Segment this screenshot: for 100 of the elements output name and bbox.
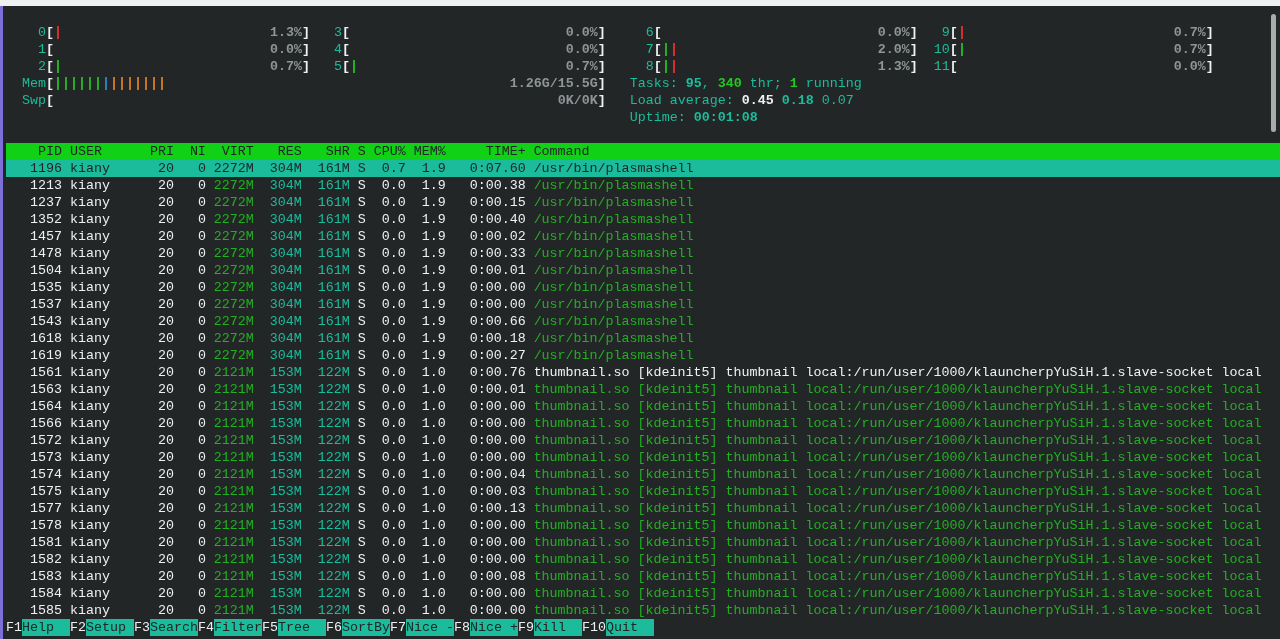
- table-cell-text: 153M: [268, 398, 302, 415]
- table-cell: /usr/bin/plasmashell: [533, 262, 694, 279]
- table-cell-text: 1.9: [420, 245, 446, 262]
- meter-label: 1: [36, 41, 46, 58]
- footer-button[interactable]: Help: [22, 619, 70, 636]
- table-cell-text: 122M: [316, 602, 350, 619]
- process-row[interactable]: 1574 kiany 20 0 2121M 153M 122M S 0.0 1.0 0:00.04 thumbnail.so [kdeinit5] thumbnail local:/run/user/1000/klauncherpYuSiH.1.slave-socket local: [6, 466, 1280, 483]
- column-header[interactable]: PID: [6, 143, 62, 160]
- table-cell-text: kiany: [69, 432, 111, 449]
- table-cell-text: kiany: [69, 483, 111, 500]
- table-cell-text: 0:00.15: [468, 194, 526, 211]
- footer-button[interactable]: Search: [149, 619, 198, 636]
- table-cell-text: 1564: [29, 398, 62, 415]
- table-cell-text: 0:00.00: [468, 585, 526, 602]
- process-row[interactable]: 1618 kiany 20 0 2272M 304M 161M S 0.0 1.9 0:00.18 /usr/bin/plasmashell: [6, 330, 1280, 347]
- meter-label: 2: [36, 58, 46, 75]
- meter-bracket: [: [949, 41, 958, 58]
- footer-button[interactable]: Setup: [86, 619, 134, 636]
- process-row[interactable]: 1561 kiany 20 0 2121M 153M 122M S 0.0 1.0 0:00.76 thumbnail.so [kdeinit5] thumbnail local:/run/user/1000/klauncherpYuSiH.1.slave-socket local: [6, 364, 1280, 381]
- table-cell-text: 0: [196, 415, 206, 432]
- footer-button[interactable]: Nice +: [469, 619, 518, 636]
- table-cell-text: 0:00.33: [468, 245, 526, 262]
- process-row[interactable]: 1563 kiany 20 0 2121M 153M 122M S 0.0 1.0 0:00.01 thumbnail.so [kdeinit5] thumbnail local:/run/user/1000/klauncherpYuSiH.1.slave-socket local: [6, 381, 1280, 398]
- process-row[interactable]: 1535 kiany 20 0 2272M 304M 161M S 0.0 1.9 0:00.00 /usr/bin/plasmashell: [6, 279, 1280, 296]
- table-cell-text: 1.9: [420, 279, 446, 296]
- process-row[interactable]: 1564 kiany 20 0 2121M 153M 122M S 0.0 1.0 0:00.00 thumbnail.so [kdeinit5] thumbnail local:/run/user/1000/klauncherpYuSiH.1.slave-socket local: [6, 398, 1280, 415]
- meter-label: 8: [644, 58, 654, 75]
- meter-bracket: [: [949, 24, 958, 41]
- meter-value: 0.7%: [269, 58, 302, 75]
- process-row[interactable]: 1237 kiany 20 0 2272M 304M 161M S 0.0 1.9 0:00.15 /usr/bin/plasmashell: [6, 194, 1280, 211]
- process-row[interactable]: 1504 kiany 20 0 2272M 304M 161M S 0.0 1.9 0:00.01 /usr/bin/plasmashell: [6, 262, 1280, 279]
- process-row[interactable]: 1478 kiany 20 0 2272M 304M 161M S 0.0 1.9 0:00.33 /usr/bin/plasmashell: [6, 245, 1280, 262]
- summary-label: ,: [701, 75, 710, 92]
- process-row[interactable]: 1573 kiany 20 0 2121M 153M 122M S 0.0 1.0 0:00.00 thumbnail.so [kdeinit5] thumbnail local:/run/user/1000/klauncherpYuSiH.1.slave-socket local: [6, 449, 1280, 466]
- table-cell-text: 122M: [316, 534, 350, 551]
- table-cell: 2121M: [213, 534, 254, 551]
- column-header[interactable]: TIME+: [453, 143, 526, 160]
- table-cell-text: kiany: [69, 228, 111, 245]
- footer-button[interactable]: Quit: [605, 619, 654, 636]
- process-row[interactable]: 1583 kiany 20 0 2121M 153M 122M S 0.0 1.0 0:00.08 thumbnail.so [kdeinit5] thumbnail local:/run/user/1000/klauncherpYuSiH.1.slave-socket local: [6, 568, 1280, 585]
- column-header[interactable]: USER: [69, 143, 142, 160]
- table-cell-text: kiany: [69, 602, 111, 619]
- process-row[interactable]: 1566 kiany 20 0 2121M 153M 122M S 0.0 1.0 0:00.00 thumbnail.so [kdeinit5] thumbnail local:/run/user/1000/klauncherpYuSiH.1.slave-socket local: [6, 415, 1280, 432]
- process-row[interactable]: 1584 kiany 20 0 2121M 153M 122M S 0.0 1.0 0:00.00 thumbnail.so [kdeinit5] thumbnail local:/run/user/1000/klauncherpYuSiH.1.slave-socket local: [6, 585, 1280, 602]
- table-cell: thumbnail.so [kdeinit5] thumbnail local:/run/user/1000/klauncherpYuSiH.1.slave-socket local: [533, 381, 1262, 398]
- meter-bracket: ]: [909, 58, 918, 75]
- meter-bracket: [: [45, 58, 54, 75]
- footer-button[interactable]: Nice -: [405, 619, 454, 636]
- process-row[interactable]: 1575 kiany 20 0 2121M 153M 122M S 0.0 1.0 0:00.03 thumbnail.so [kdeinit5] thumbnail local:/run/user/1000/klauncherpYuSiH.1.slave-socket local: [6, 483, 1280, 500]
- meter-label: 4: [332, 41, 342, 58]
- column-header[interactable]: RES: [261, 143, 302, 160]
- table-cell-text: 122M: [316, 449, 350, 466]
- table-cell-text: 0:00.40: [468, 211, 526, 228]
- table-cell-text: 0.0: [380, 194, 406, 211]
- footer-button[interactable]: Tree: [277, 619, 326, 636]
- table-cell-text: 0: [196, 330, 206, 347]
- table-cell: 2121M: [213, 585, 254, 602]
- table-cell-text: 0: [196, 211, 206, 228]
- table-cell-text: 0.0: [380, 262, 406, 279]
- column-header[interactable]: SHR: [309, 143, 350, 160]
- process-row[interactable]: 1619 kiany 20 0 2272M 304M 161M S 0.0 1.9 0:00.27 /usr/bin/plasmashell: [6, 347, 1280, 364]
- summary-label: Load average:: [629, 92, 734, 109]
- column-header[interactable]: S: [357, 143, 366, 160]
- column-header[interactable]: CPU%: [373, 143, 406, 160]
- meter-value: 1.26G/15.5G: [509, 75, 598, 92]
- footer-button[interactable]: SortBy: [341, 619, 390, 636]
- process-row[interactable]: 1543 kiany 20 0 2272M 304M 161M S 0.0 1.9 0:00.66 /usr/bin/plasmashell: [6, 313, 1280, 330]
- column-header[interactable]: PRI: [149, 143, 174, 160]
- table-cell-text: 0: [196, 398, 206, 415]
- process-row[interactable]: 1196 kiany 20 0 2272M 304M 161M S 0.7 1.9 0:07.60 /usr/bin/plasmashell: [6, 160, 1280, 177]
- process-row[interactable]: 1585 kiany 20 0 2121M 153M 122M S 0.0 1.0 0:00.00 thumbnail.so [kdeinit5] thumbnail local:/run/user/1000/klauncherpYuSiH.1.slave-socket local: [6, 602, 1280, 619]
- process-row[interactable]: 1457 kiany 20 0 2272M 304M 161M S 0.0 1.9 0:00.02 /usr/bin/plasmashell: [6, 228, 1280, 245]
- process-row[interactable]: 1537 kiany 20 0 2272M 304M 161M S 0.0 1.9 0:00.00 /usr/bin/plasmashell: [6, 296, 1280, 313]
- table-cell-text: 0.0: [380, 381, 406, 398]
- column-header[interactable]: Command: [533, 143, 590, 160]
- table-cell-text: 0.0: [380, 534, 406, 551]
- column-header[interactable]: MEM%: [413, 143, 446, 160]
- column-header[interactable]: NI: [181, 143, 206, 160]
- table-cell: 2272M: [213, 279, 254, 296]
- summary-label: thr;: [749, 75, 782, 92]
- table-cell: S: [357, 262, 366, 279]
- process-row[interactable]: 1578 kiany 20 0 2121M 153M 122M S 0.0 1.0 0:00.00 thumbnail.so [kdeinit5] thumbnail local:/run/user/1000/klauncherpYuSiH.1.slave-socket local: [6, 517, 1280, 534]
- process-row[interactable]: 1572 kiany 20 0 2121M 153M 122M S 0.0 1.0 0:00.00 thumbnail.so [kdeinit5] thumbnail local:/run/user/1000/klauncherpYuSiH.1.slave-socket local: [6, 432, 1280, 449]
- scrollbar-thumb[interactable]: [1271, 14, 1276, 132]
- process-row[interactable]: 1577 kiany 20 0 2121M 153M 122M S 0.0 1.0 0:00.13 thumbnail.so [kdeinit5] thumbnail local:/run/user/1000/klauncherpYuSiH.1.slave-socket local: [6, 500, 1280, 517]
- table-cell-text: 153M: [268, 483, 302, 500]
- table-cell-text: 1619: [29, 347, 62, 364]
- footer-button[interactable]: Kill: [533, 619, 582, 636]
- process-row[interactable]: 1352 kiany 20 0 2272M 304M 161M S 0.0 1.9 0:00.40 /usr/bin/plasmashell: [6, 211, 1280, 228]
- process-row[interactable]: 1582 kiany 20 0 2121M 153M 122M S 0.0 1.0 0:00.00 thumbnail.so [kdeinit5] thumbnail local:/run/user/1000/klauncherpYuSiH.1.slave-socket local: [6, 551, 1280, 568]
- table-cell-text: 304M: [268, 347, 302, 364]
- meter-label: 3: [332, 24, 342, 41]
- process-row[interactable]: 1581 kiany 20 0 2121M 153M 122M S 0.0 1.0 0:00.00 thumbnail.so [kdeinit5] thumbnail local:/run/user/1000/klauncherpYuSiH.1.slave-socket local: [6, 534, 1280, 551]
- table-cell-text: kiany: [69, 347, 111, 364]
- table-cell: /usr/bin/plasmashell: [533, 211, 694, 228]
- meter-bracket: [: [45, 75, 54, 92]
- column-header[interactable]: VIRT: [213, 143, 254, 160]
- table-cell: 2272M: [213, 245, 254, 262]
- table-cell-text: 20: [156, 194, 174, 211]
- process-row[interactable]: 1213 kiany 20 0 2272M 304M 161M S 0.0 1.9 0:00.38 /usr/bin/plasmashell: [6, 177, 1280, 194]
